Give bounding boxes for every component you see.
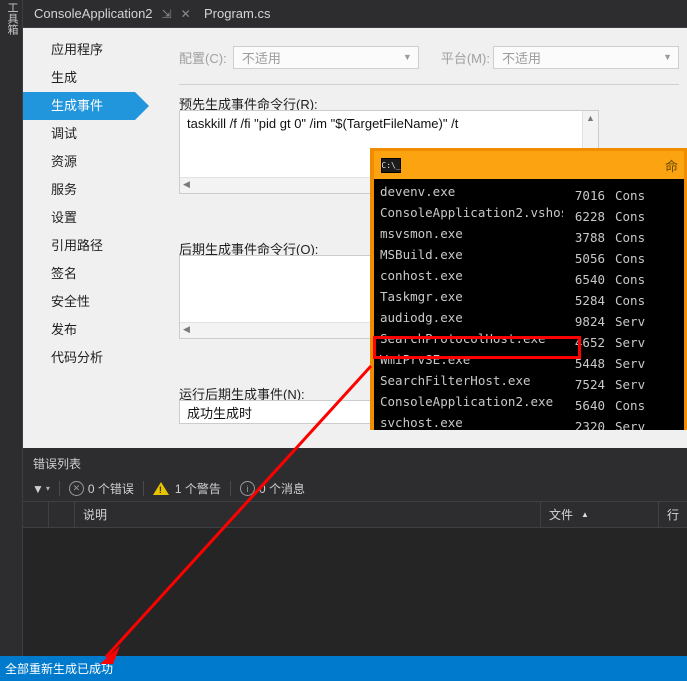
configuration-label: 配置(C): — [179, 50, 227, 66]
error-list-panel: 错误列表 ▼ ▾ ✕ 0 个错误 1 个警告 i 0 个消息 说明 文件 ▲ — [23, 448, 687, 656]
console-row-highlighted: ConsoleApplication2.exe 5640 Cons — [380, 394, 646, 413]
console-row: Taskmgr.exe 5284 Cons — [380, 289, 646, 308]
platform-select[interactable]: 不适用 ▼ — [493, 45, 679, 69]
sidebar-item-signing[interactable]: 签名 — [23, 260, 155, 288]
column-line[interactable]: 行 — [659, 502, 687, 528]
scroll-up-icon[interactable]: ▲ — [583, 113, 598, 123]
filter-icon: ▼ — [32, 481, 44, 496]
sidebar-item-publish[interactable]: 发布 — [23, 316, 155, 344]
command-prompt-window[interactable]: C:\_ 命 devenv.exe 7016 Cons ConsoleApplica… — [370, 148, 687, 430]
column-icon[interactable] — [23, 501, 49, 528]
error-list-toolbar: ▼ ▾ ✕ 0 个错误 1 个警告 i 0 个消息 — [23, 476, 687, 502]
close-icon[interactable]: ✕ — [181, 7, 191, 21]
run-post-build-value: 成功生成时 — [187, 405, 253, 421]
configuration-row: 配置(C): 不适用 ▼ 平台(M): 不适用 ▼ — [179, 44, 679, 70]
sidebar-item-services[interactable]: 服务 — [23, 176, 155, 204]
tab-consoleapplication2[interactable]: ConsoleApplication2 ⇲ ✕ — [28, 0, 197, 27]
column-label: 说明 — [83, 508, 108, 522]
status-message: 全部重新生成已成功 — [5, 662, 114, 676]
console-row: ConsoleApplication2.vshos 6228 Cons — [380, 205, 646, 224]
chevron-down-icon: ▼ — [402, 52, 412, 62]
pre-build-value: taskkill /f /fi "pid gt 0" /im "$(Target… — [187, 116, 459, 131]
chevron-down-icon: ▾ — [45, 484, 50, 493]
messages-label: 0 个消息 — [258, 482, 305, 496]
sidebar-item-debug[interactable]: 调试 — [23, 120, 155, 148]
console-title-text: 命 — [664, 158, 678, 174]
error-list-rows[interactable] — [23, 528, 687, 656]
console-row: devenv.exe 7016 Cons — [380, 184, 646, 203]
configuration-select[interactable]: 不适用 ▼ — [232, 45, 419, 69]
column-label: 文件 — [549, 508, 574, 522]
configuration-value: 不适用 — [241, 50, 281, 66]
platform-value: 不适用 — [502, 50, 542, 66]
sidebar-item-code-analysis[interactable]: 代码分析 — [23, 344, 155, 372]
console-row: svchost.exe 2320 Serv — [380, 415, 646, 430]
section-divider — [179, 84, 679, 85]
properties-sidebar: 应用程序 生成 生成事件 调试 资源 服务 设置 引用路径 签名 安全性 发布 … — [23, 28, 155, 449]
sidebar-item-build[interactable]: 生成 — [23, 64, 155, 92]
column-label: 行 — [667, 508, 680, 522]
sidebar-item-reference-paths[interactable]: 引用路径 — [23, 232, 155, 260]
warnings-label: 1 个警告 — [174, 482, 221, 496]
errors-label: 0 个错误 — [87, 482, 134, 496]
cmd-icon: C:\_ — [381, 157, 401, 173]
tab-label: ConsoleApplication2 — [34, 6, 153, 21]
platform-label: 平台(M): — [440, 50, 490, 66]
console-title-bar[interactable]: C:\_ 命 — [374, 151, 684, 179]
messages-toggle[interactable]: i 0 个消息 — [231, 476, 314, 502]
info-icon: i — [239, 481, 255, 496]
error-icon: ✕ — [68, 481, 84, 496]
console-row: msvsmon.exe 3788 Cons — [380, 226, 646, 245]
chevron-down-icon: ▼ — [663, 52, 672, 62]
sidebar-item-settings[interactable]: 设置 — [23, 204, 155, 232]
console-row: MSBuild.exe 5056 Cons — [380, 247, 646, 266]
error-list-header: 说明 文件 ▲ 行 — [23, 501, 687, 528]
pin-icon[interactable]: ⇲ — [162, 7, 172, 21]
scroll-left-icon[interactable]: ◀ — [183, 324, 190, 335]
sidebar-item-application[interactable]: 应用程序 — [23, 36, 155, 64]
console-output[interactable]: devenv.exe 7016 Cons ConsoleApplication2.v… — [374, 179, 684, 430]
errors-toggle[interactable]: ✕ 0 个错误 — [60, 476, 143, 502]
column-file[interactable]: 文件 ▲ — [541, 501, 659, 528]
column-description[interactable]: 说明 — [75, 501, 541, 528]
toolbox-label: 工具箱 — [6, 2, 18, 35]
tab-program-cs[interactable]: Program.cs — [198, 0, 276, 27]
console-row: audiodg.exe 9824 Serv — [380, 310, 646, 329]
column-code[interactable] — [49, 501, 75, 528]
scroll-left-icon[interactable]: ◀ — [183, 179, 190, 190]
annotation-highlight-rect — [373, 336, 581, 359]
warning-icon — [152, 482, 169, 495]
console-row: SearchFilterHost.exe 7524 Serv — [380, 373, 646, 392]
filter-button[interactable]: ▼ ▾ — [23, 476, 59, 502]
error-list-title: 错误列表 — [33, 457, 82, 471]
tab-strip: ConsoleApplication2 ⇲ ✕ Program.cs — [0, 0, 687, 27]
sidebar-item-build-events[interactable]: 生成事件 — [23, 92, 149, 120]
sidebar-item-resources[interactable]: 资源 — [23, 148, 155, 176]
sidebar-item-security[interactable]: 安全性 — [23, 288, 155, 316]
sort-ascending-icon: ▲ — [581, 510, 589, 519]
tab-label: Program.cs — [204, 6, 271, 21]
warnings-toggle[interactable]: 1 个警告 — [144, 476, 230, 502]
status-bar: 全部重新生成已成功 — [0, 656, 687, 681]
console-row: conhost.exe 6540 Cons — [380, 268, 646, 287]
toolbox-tab[interactable]: 工具箱 — [0, 0, 23, 681]
